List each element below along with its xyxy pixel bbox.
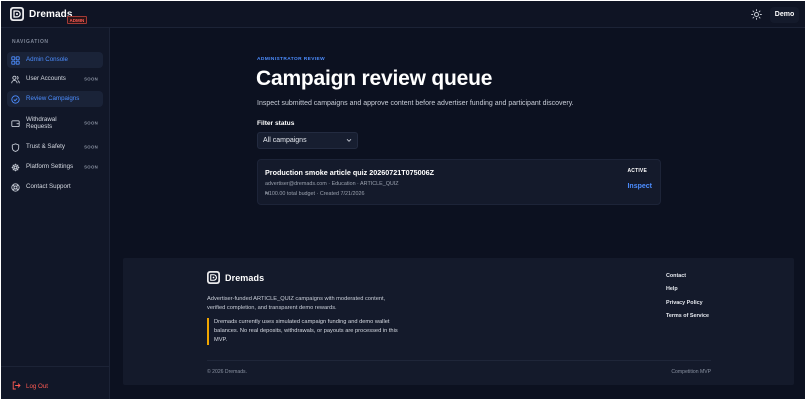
brand[interactable]: Dremads <box>10 7 73 21</box>
soon-badge: SOON <box>84 144 98 150</box>
top-bar: Dremads ADMIN Demo <box>1 1 805 28</box>
footer: Dremads Advertiser-funded ARTICLE_QUIZ c… <box>123 258 794 385</box>
soon-badge: SOON <box>84 120 98 126</box>
sidebar-item-review-campaigns[interactable]: Review Campaigns <box>7 91 103 107</box>
sidebar-item-platform-settings[interactable]: Platform Settings SOON <box>7 159 103 175</box>
sidebar-item-label: Withdrawal Requests <box>26 115 57 131</box>
footer-brand: Dremads <box>207 271 264 284</box>
logout-icon <box>12 377 21 395</box>
footer-link-terms[interactable]: Terms of Service <box>666 312 709 325</box>
footer-divider <box>207 360 711 361</box>
sidebar-item-label: User Accounts <box>26 75 66 83</box>
sidebar-item-label: Admin Console <box>26 56 68 64</box>
gear-icon <box>11 163 20 172</box>
sidebar-item-trust-safety[interactable]: Trust & Safety SOON <box>7 139 103 155</box>
logout-label: Log Out <box>26 382 49 390</box>
sidebar-item-user-accounts[interactable]: User Accounts SOON <box>7 71 103 87</box>
logout-button[interactable]: Log Out <box>12 377 48 395</box>
sidebar-item-admin-console[interactable]: Admin Console <box>7 52 103 68</box>
user-menu-button[interactable]: Demo <box>770 7 799 23</box>
campaign-card: Production smoke article quiz 20260721T0… <box>257 159 661 205</box>
admin-badge: ADMIN <box>67 16 87 24</box>
logo-icon <box>10 7 24 21</box>
status-badge: ACTIVE <box>627 168 647 174</box>
filter-status-select[interactable]: All campaigns <box>257 132 358 149</box>
demo-notice: Dremads currently uses simulated campaig… <box>207 318 412 345</box>
support-icon <box>11 182 20 192</box>
brand-name: Dremads <box>29 8 73 20</box>
nav-heading: NAVIGATION <box>12 39 49 45</box>
footer-links: Contact Help Privacy Policy Terms of Ser… <box>666 272 709 325</box>
sidebar: NAVIGATION Admin Console User Accounts S… <box>1 28 110 399</box>
soon-badge: SOON <box>84 164 98 170</box>
dashboard-icon <box>11 55 20 65</box>
soon-badge: SOON <box>84 76 98 82</box>
filter-select-value: All campaigns <box>263 137 307 144</box>
footer-link-contact[interactable]: Contact <box>666 272 709 285</box>
campaign-title: Production smoke article quiz 20260721T0… <box>265 168 434 177</box>
sun-icon[interactable] <box>751 9 762 20</box>
check-circle-icon <box>11 94 20 104</box>
logo-icon <box>207 271 220 284</box>
footer-tagline: Advertiser-funded ARTICLE_QUIZ campaigns… <box>207 296 386 311</box>
sidebar-divider <box>1 366 109 367</box>
section-eyebrow: ADMINISTRATOR REVIEW <box>257 57 326 62</box>
sidebar-item-label: Contact Support <box>26 183 71 191</box>
sidebar-item-label: Platform Settings <box>26 163 74 171</box>
wallet-icon <box>11 119 20 128</box>
shield-icon <box>11 142 20 152</box>
campaign-meta: advertiser@dremads.com · Education · ART… <box>265 181 399 187</box>
filter-label: Filter status <box>257 120 295 127</box>
copyright: © 2026 Dremads. <box>207 369 247 375</box>
sidebar-item-contact-support[interactable]: Contact Support <box>7 179 103 195</box>
inspect-button[interactable]: Inspect <box>627 183 652 190</box>
stage-label: Competition MVP <box>671 369 711 375</box>
page-description: Inspect submitted campaigns and approve … <box>257 100 574 107</box>
chevron-down-icon <box>346 133 352 155</box>
sidebar-item-label: Review Campaigns <box>26 95 80 103</box>
app-window: Dremads ADMIN Demo NAVIGATION Admin Cons… <box>1 1 805 399</box>
sidebar-item-label: Trust & Safety <box>26 143 65 151</box>
campaign-budget: ₦100.00 total budget · Created 7/21/2026 <box>265 191 365 197</box>
page-title: Campaign review queue <box>256 67 493 90</box>
footer-brand-name: Dremads <box>225 272 265 283</box>
footer-link-help[interactable]: Help <box>666 285 709 298</box>
sidebar-item-withdrawal-requests[interactable]: Withdrawal Requests SOON <box>7 112 103 134</box>
footer-link-privacy[interactable]: Privacy Policy <box>666 299 709 312</box>
users-icon <box>11 75 20 84</box>
